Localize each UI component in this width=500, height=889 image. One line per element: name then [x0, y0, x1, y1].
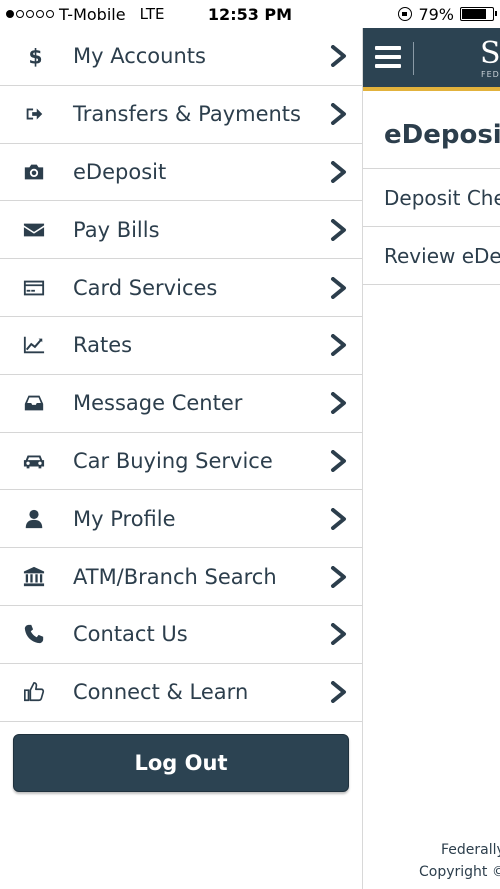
menu-label: ATM/Branch Search — [73, 564, 277, 589]
menu-item-car-buying-service[interactable]: Car Buying Service — [0, 433, 362, 491]
svg-text:$: $ — [29, 45, 43, 67]
menu-item-connect-learn[interactable]: Connect & Learn — [0, 664, 362, 722]
thumbs-up-icon — [22, 680, 46, 704]
menu-label: Card Services — [73, 275, 218, 300]
main-panel: S FED eDeposit Deposit Che Review eDep F… — [363, 28, 500, 889]
sign-out-icon — [22, 102, 46, 126]
user-icon — [22, 507, 46, 531]
footer-copyright: Copyright © — [419, 864, 500, 880]
menu-item-message-center[interactable]: Message Center — [0, 375, 362, 433]
menu-label: Transfers & Payments — [73, 102, 301, 127]
menu-label: My Accounts — [73, 44, 206, 69]
brand-logo: S — [480, 36, 500, 71]
menu-item-contact-us[interactable]: Contact Us — [0, 606, 362, 664]
battery-percent: 79% — [418, 4, 454, 24]
chevron-right-icon — [330, 334, 348, 357]
header-divider — [413, 42, 414, 75]
menu-label: Car Buying Service — [73, 448, 273, 473]
chevron-right-icon — [330, 160, 348, 183]
line-chart-icon — [22, 333, 46, 357]
chevron-right-icon — [330, 623, 348, 646]
menu-item-edeposit[interactable]: eDeposit — [0, 144, 362, 202]
camera-icon — [22, 160, 46, 184]
phone-icon — [22, 622, 46, 646]
list-item-deposit-check[interactable]: Deposit Che — [363, 169, 500, 227]
footer-text: Federally — [441, 842, 500, 858]
menu-label: Message Center — [73, 391, 243, 416]
chevron-right-icon — [330, 449, 348, 472]
menu-label: eDeposit — [73, 159, 167, 184]
page-title: eDeposit — [363, 91, 500, 169]
chevron-right-icon — [330, 565, 348, 588]
logout-button[interactable]: Log Out — [13, 733, 349, 792]
menu-item-card-services[interactable]: Card Services — [0, 259, 362, 317]
app-header: S FED — [363, 28, 500, 91]
chevron-right-icon — [330, 681, 348, 704]
logout-container: Log Out — [0, 722, 362, 804]
menu-item-rates[interactable]: Rates — [0, 317, 362, 375]
side-menu: $ My Accounts Transfers & Payments eDepo… — [0, 28, 363, 889]
menu-label: Connect & Learn — [73, 680, 249, 705]
menu-label: My Profile — [73, 506, 176, 531]
dollar-icon: $ — [22, 44, 46, 68]
menu-item-transfers-payments[interactable]: Transfers & Payments — [0, 86, 362, 144]
car-icon — [22, 449, 46, 473]
credit-card-icon — [22, 276, 46, 300]
menu-label: Contact Us — [73, 622, 188, 647]
chevron-right-icon — [330, 276, 348, 299]
chevron-right-icon — [330, 103, 348, 126]
battery-icon — [460, 7, 497, 21]
chevron-right-icon — [330, 45, 348, 68]
status-bar: T-Mobile LTE 12:53 PM 79% — [0, 0, 500, 28]
inbox-icon — [22, 391, 46, 415]
menu-item-my-profile[interactable]: My Profile — [0, 490, 362, 549]
menu-item-my-accounts[interactable]: $ My Accounts — [0, 28, 362, 86]
bank-icon — [22, 565, 46, 589]
hamburger-menu-icon[interactable] — [375, 46, 401, 68]
chevron-right-icon — [330, 392, 348, 415]
brand-subtitle: FED — [481, 70, 500, 79]
chevron-right-icon — [330, 507, 348, 530]
menu-item-atm-branch-search[interactable]: ATM/Branch Search — [0, 548, 362, 606]
rotation-lock-icon — [398, 7, 413, 21]
menu-label: Pay Bills — [73, 217, 160, 242]
menu-label: Rates — [73, 333, 133, 358]
envelope-icon — [22, 218, 46, 242]
menu-item-pay-bills[interactable]: Pay Bills — [0, 201, 362, 260]
list-item-review-edeposit[interactable]: Review eDep — [363, 227, 500, 285]
chevron-right-icon — [330, 218, 348, 241]
